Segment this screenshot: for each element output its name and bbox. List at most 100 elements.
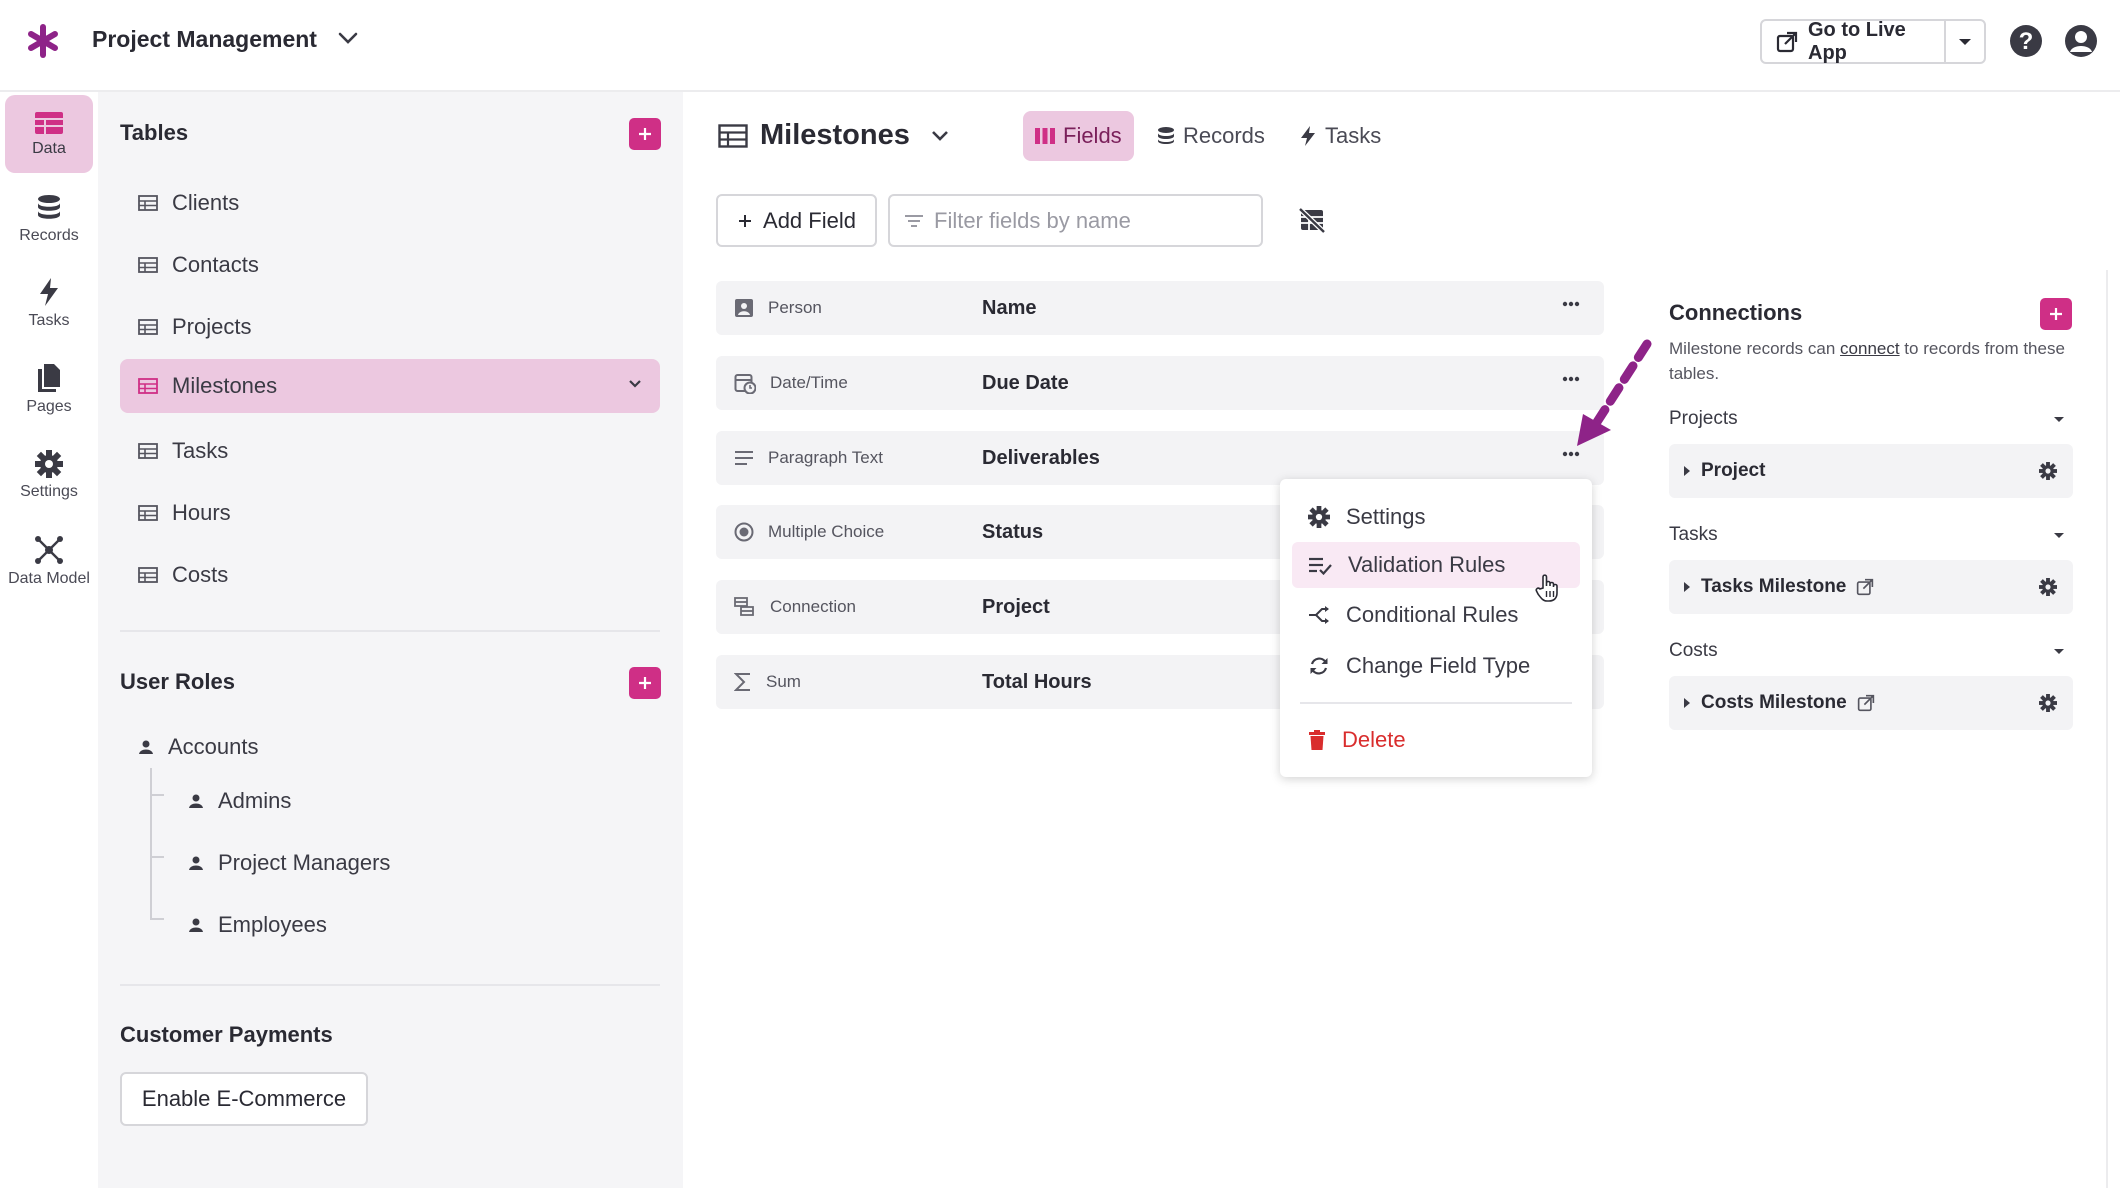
app-title[interactable]: Project Management	[92, 26, 317, 53]
connection-icon	[734, 597, 756, 617]
add-field-button[interactable]: Add Field	[716, 194, 877, 247]
list-check-icon	[1308, 555, 1332, 575]
caret-right-icon[interactable]	[1683, 581, 1691, 593]
field-type: Connection	[734, 597, 856, 617]
add-connection-button[interactable]	[2040, 298, 2072, 330]
user-account-icon[interactable]	[2064, 24, 2098, 58]
connection-card-tasks-milestone[interactable]: Tasks Milestone	[1669, 560, 2073, 614]
go-to-live-app-button[interactable]: Go to Live App	[1760, 19, 1986, 64]
field-row-deliverables[interactable]: Paragraph Text Deliverables	[716, 431, 1604, 485]
table-item-tasks[interactable]: Tasks	[120, 424, 660, 478]
filter-fields-input[interactable]	[934, 207, 1254, 234]
table-item-projects[interactable]: Projects	[120, 300, 660, 354]
rail-item-data-model[interactable]: Data Model	[5, 522, 93, 600]
live-app-dropdown-caret[interactable]	[1946, 37, 1984, 47]
menu-item-settings[interactable]: Settings	[1292, 494, 1580, 540]
help-icon[interactable]: ?	[2009, 24, 2043, 58]
connection-group-projects[interactable]: Projects	[1669, 408, 2073, 430]
rail-label: Pages	[26, 397, 72, 415]
field-name: Name	[982, 296, 1037, 319]
role-item-employees[interactable]: Employees	[188, 912, 327, 938]
table-icon	[138, 257, 158, 273]
field-name: Deliverables	[982, 446, 1100, 469]
more-horizontal-icon[interactable]	[1562, 451, 1580, 457]
external-link-icon[interactable]	[1857, 694, 1875, 712]
field-row-due-date[interactable]: Date/Time Due Date	[716, 356, 1604, 410]
caret-down-icon[interactable]	[2053, 532, 2065, 540]
table-item-hours[interactable]: Hours	[120, 486, 660, 540]
tab-records[interactable]: Records	[1145, 111, 1277, 161]
table-item-label: Hours	[172, 500, 231, 525]
divider	[120, 630, 660, 632]
chevron-down-icon[interactable]	[337, 30, 359, 46]
chevron-down-icon[interactable]	[930, 129, 950, 143]
tab-tasks[interactable]: Tasks	[1287, 111, 1393, 161]
field-type-label: Person	[768, 298, 822, 317]
person-icon	[188, 793, 204, 809]
rail-label: Records	[19, 226, 79, 244]
rail-item-pages[interactable]: Pages	[5, 350, 93, 428]
tab-fields[interactable]: Fields	[1023, 111, 1134, 161]
rail-item-records[interactable]: Records	[5, 180, 93, 258]
role-item-accounts[interactable]: Accounts	[138, 734, 259, 760]
tree-connector	[150, 858, 164, 920]
caret-right-icon[interactable]	[1683, 465, 1691, 477]
external-link-icon[interactable]	[1856, 578, 1874, 596]
rail-item-tasks[interactable]: Tasks	[5, 264, 93, 342]
bolt-icon	[37, 277, 61, 307]
role-item-admins[interactable]: Admins	[188, 788, 291, 814]
caret-down-icon[interactable]	[2053, 648, 2065, 656]
go-to-live-app-main[interactable]: Go to Live App	[1762, 19, 1946, 64]
connection-name-text: Costs Milestone	[1701, 692, 1847, 713]
gear-icon[interactable]	[2039, 578, 2057, 596]
menu-item-change-field-type[interactable]: Change Field Type	[1292, 643, 1580, 689]
table-item-label: Tasks	[172, 438, 229, 463]
table-icon	[718, 124, 748, 148]
enable-e-commerce-button[interactable]: Enable E-Commerce	[120, 1072, 368, 1126]
left-nav-rail: Data Records Tasks Pages Settings Data M…	[0, 92, 98, 1188]
gear-icon[interactable]	[2039, 462, 2057, 480]
role-item-project-managers[interactable]: Project Managers	[188, 850, 390, 876]
table-item-contacts[interactable]: Contacts	[120, 238, 660, 292]
page-title: Milestones	[760, 119, 910, 151]
menu-item-delete[interactable]: Delete	[1292, 717, 1580, 763]
caret-down-icon[interactable]	[2053, 416, 2065, 424]
table-item-label: Projects	[172, 314, 252, 339]
more-horizontal-icon[interactable]	[1562, 301, 1580, 307]
connection-group-costs[interactable]: Costs	[1669, 640, 2073, 662]
field-name: Project	[982, 595, 1050, 618]
table-icon	[138, 443, 158, 459]
table-item-label: Milestones	[172, 373, 278, 398]
hide-fields-icon[interactable]	[1298, 207, 1326, 233]
person-card-icon	[734, 298, 754, 318]
table-icon	[138, 319, 158, 335]
table-item-milestones[interactable]: Milestones	[120, 359, 660, 413]
trash-icon	[1308, 729, 1326, 751]
paragraph-icon	[734, 449, 754, 467]
table-item-clients[interactable]: Clients	[120, 176, 660, 230]
field-row-name[interactable]: Person Name	[716, 281, 1604, 335]
connection-card-costs-milestone[interactable]: Costs Milestone	[1669, 676, 2073, 730]
table-item-costs[interactable]: Costs	[120, 548, 660, 602]
connections-description: Milestone records can connect to records…	[1669, 336, 2079, 386]
rail-item-data[interactable]: Data	[5, 95, 93, 173]
connect-link[interactable]: connect	[1840, 339, 1900, 358]
connection-name-text: Tasks Milestone	[1701, 576, 1847, 597]
gear-icon	[1308, 506, 1330, 528]
plus-icon	[737, 213, 753, 229]
rail-item-settings[interactable]: Settings	[5, 436, 93, 514]
connection-card-project[interactable]: Project	[1669, 444, 2073, 498]
connection-name: Project	[1701, 460, 1765, 482]
connection-group-label: Tasks	[1669, 524, 1718, 545]
field-type: Multiple Choice	[734, 522, 884, 542]
add-table-button[interactable]	[629, 118, 661, 150]
chevron-down-icon[interactable]	[628, 379, 642, 389]
bolt-icon	[1299, 125, 1317, 147]
menu-item-label: Settings	[1346, 504, 1426, 529]
gear-icon[interactable]	[2039, 694, 2057, 712]
asterisk-logo-icon[interactable]	[26, 24, 60, 58]
caret-right-icon[interactable]	[1683, 697, 1691, 709]
connection-group-tasks[interactable]: Tasks	[1669, 524, 2073, 546]
add-user-role-button[interactable]	[629, 667, 661, 699]
tree-connector	[150, 796, 164, 858]
